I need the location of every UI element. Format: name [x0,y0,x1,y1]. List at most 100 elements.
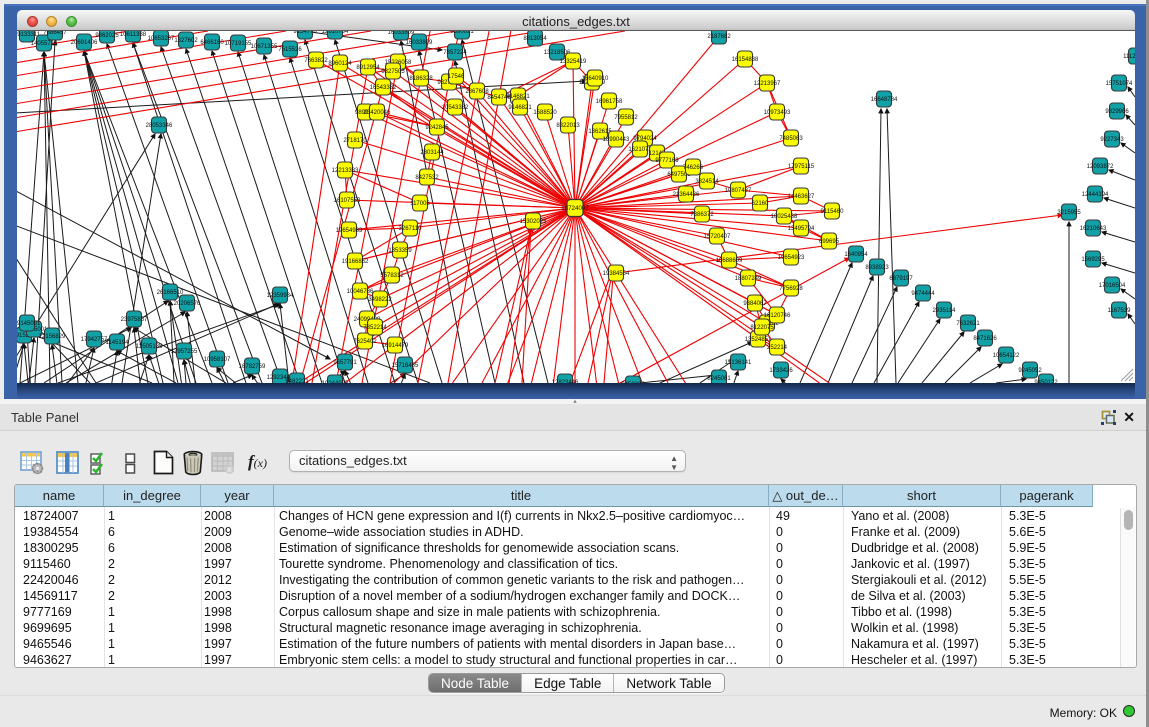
svg-text:12505135: 12505135 [136,344,163,350]
svg-text:8912954: 8912954 [356,65,380,71]
svg-text:6466160: 6466160 [200,40,224,46]
svg-text:12359934: 12359934 [267,293,294,299]
svg-text:9115460: 9115460 [821,209,845,215]
svg-text:10958107: 10958107 [204,357,231,363]
svg-text:3824514: 3824514 [695,179,719,185]
svg-text:12093872: 12093872 [1087,164,1114,170]
svg-text:14463627: 14463627 [788,194,815,200]
svg-text:19654983: 19654983 [336,228,363,234]
svg-text:8938923: 8938923 [865,265,889,271]
svg-text:10688609: 10688609 [716,258,743,264]
svg-text:17016504: 17016504 [1099,283,1126,289]
svg-text:9474444: 9474444 [911,291,935,297]
svg-text:9862025: 9862025 [95,33,119,39]
svg-text:10543382: 10543382 [442,105,469,111]
svg-text:9482221: 9482221 [285,379,309,383]
svg-text:10973493: 10973493 [764,110,791,116]
svg-text:17957255: 17957255 [171,349,198,355]
svg-text:26166510: 26166510 [157,290,184,296]
svg-text:7857224: 7857224 [443,50,467,56]
svg-text:19166852: 19166852 [342,259,369,265]
svg-text:2935114: 2935114 [933,308,957,314]
svg-text:2803144: 2803144 [420,150,444,156]
svg-text:19145001: 19145001 [17,321,41,327]
svg-text:2187682: 2187682 [707,34,731,40]
svg-text:9245052: 9245052 [1018,368,1042,374]
svg-text:13325419: 13325419 [560,59,587,65]
svg-text:19384554: 19384554 [603,271,630,277]
svg-text:28053346: 28053346 [146,123,173,129]
svg-text:16210643: 16210643 [1080,226,1107,232]
svg-text:16107553: 16107553 [334,198,361,204]
svg-text:252214: 252214 [767,345,788,351]
svg-text:15716485: 15716485 [392,363,419,369]
svg-text:10611338: 10611338 [120,32,147,38]
svg-text:21364436: 21364436 [673,192,700,198]
svg-text:9777169: 9777169 [655,158,679,164]
svg-text:16033809: 16033809 [406,40,433,46]
svg-text:17942757: 17942757 [81,337,108,343]
svg-text:7756928: 7756928 [779,286,803,292]
svg-text:15302023: 15302023 [520,219,547,225]
svg-text:8813054: 8813054 [523,36,547,42]
svg-text:19654923: 19654923 [778,255,805,261]
svg-text:7515526: 7515526 [278,47,302,53]
svg-text:9384067: 9384067 [743,301,767,307]
svg-text:16120746: 16120746 [764,313,791,319]
svg-text:8427532: 8427532 [415,175,439,181]
svg-text:15720407: 15720407 [704,234,731,240]
svg-text:3498222: 3498222 [368,297,392,303]
svg-text:1569295: 1569295 [1081,257,1105,263]
svg-text:18990443: 18990443 [603,137,630,143]
svg-text:16782759: 16782759 [239,364,266,370]
svg-text:8245061: 8245061 [707,376,731,382]
svg-text:1588520: 1588520 [533,110,557,116]
svg-text:10671355: 10671355 [251,44,278,50]
svg-text:9154776: 9154776 [293,31,317,35]
svg-text:18724007: 18724007 [561,205,589,212]
svg-text:9327505: 9327505 [381,69,405,75]
svg-text:9146821: 9146821 [508,105,532,111]
svg-text:10719155: 10719155 [225,41,252,47]
svg-text:17546: 17546 [448,74,465,80]
svg-text:117006: 117006 [410,201,430,207]
svg-text:5578312: 5578312 [380,273,404,279]
svg-text:23975857: 23975857 [121,317,148,323]
svg-text:9227343: 9227343 [1100,137,1124,143]
svg-text:2718170: 2718170 [343,138,367,144]
svg-text:699695: 699695 [819,239,840,245]
svg-text:9329966: 9329966 [1105,109,1129,115]
svg-text:10654122: 10654122 [993,353,1020,359]
svg-text:12213967: 12213967 [754,81,781,87]
svg-text:1733426: 1733426 [769,368,793,374]
svg-text:12444194: 12444194 [1082,192,1109,198]
svg-text:9450233: 9450233 [621,382,645,383]
svg-text:10653267: 10653267 [148,36,175,42]
svg-text:15136141: 15136141 [725,360,752,366]
svg-text:7955812: 7955812 [614,115,638,121]
svg-text:10025438: 10025438 [771,214,798,220]
svg-text:9242845: 9242845 [425,125,449,131]
svg-text:7485063: 7485063 [779,136,803,142]
svg-text:8471626: 8471626 [973,336,997,342]
svg-text:23420046: 23420046 [364,110,391,116]
svg-text:1327602: 1327602 [174,38,198,44]
svg-text:17975115: 17975115 [788,164,815,170]
svg-text:20206576: 20206576 [174,301,201,307]
svg-text:8122075: 8122075 [750,325,774,331]
svg-text:10244025: 10244025 [322,381,349,383]
svg-text:10046786: 10046786 [347,289,374,295]
svg-text:7625402: 7625402 [353,339,377,345]
svg-text:746266: 746266 [683,165,704,171]
svg-text:16648784: 16648784 [871,97,898,103]
svg-text:2867608: 2867608 [465,89,489,95]
svg-text:8186328: 8186328 [409,76,433,82]
svg-text:3215955: 3215955 [1057,210,1081,216]
svg-text:16914479: 16914479 [382,343,409,349]
svg-text:13524851: 13524851 [745,337,772,343]
svg-text:8590021: 8590021 [450,31,474,35]
svg-text:6879197: 6879197 [889,276,913,282]
svg-text:16640910: 16640910 [582,76,609,82]
svg-text:16543382: 16543382 [370,85,397,91]
svg-text:13495794: 13495794 [788,226,815,232]
